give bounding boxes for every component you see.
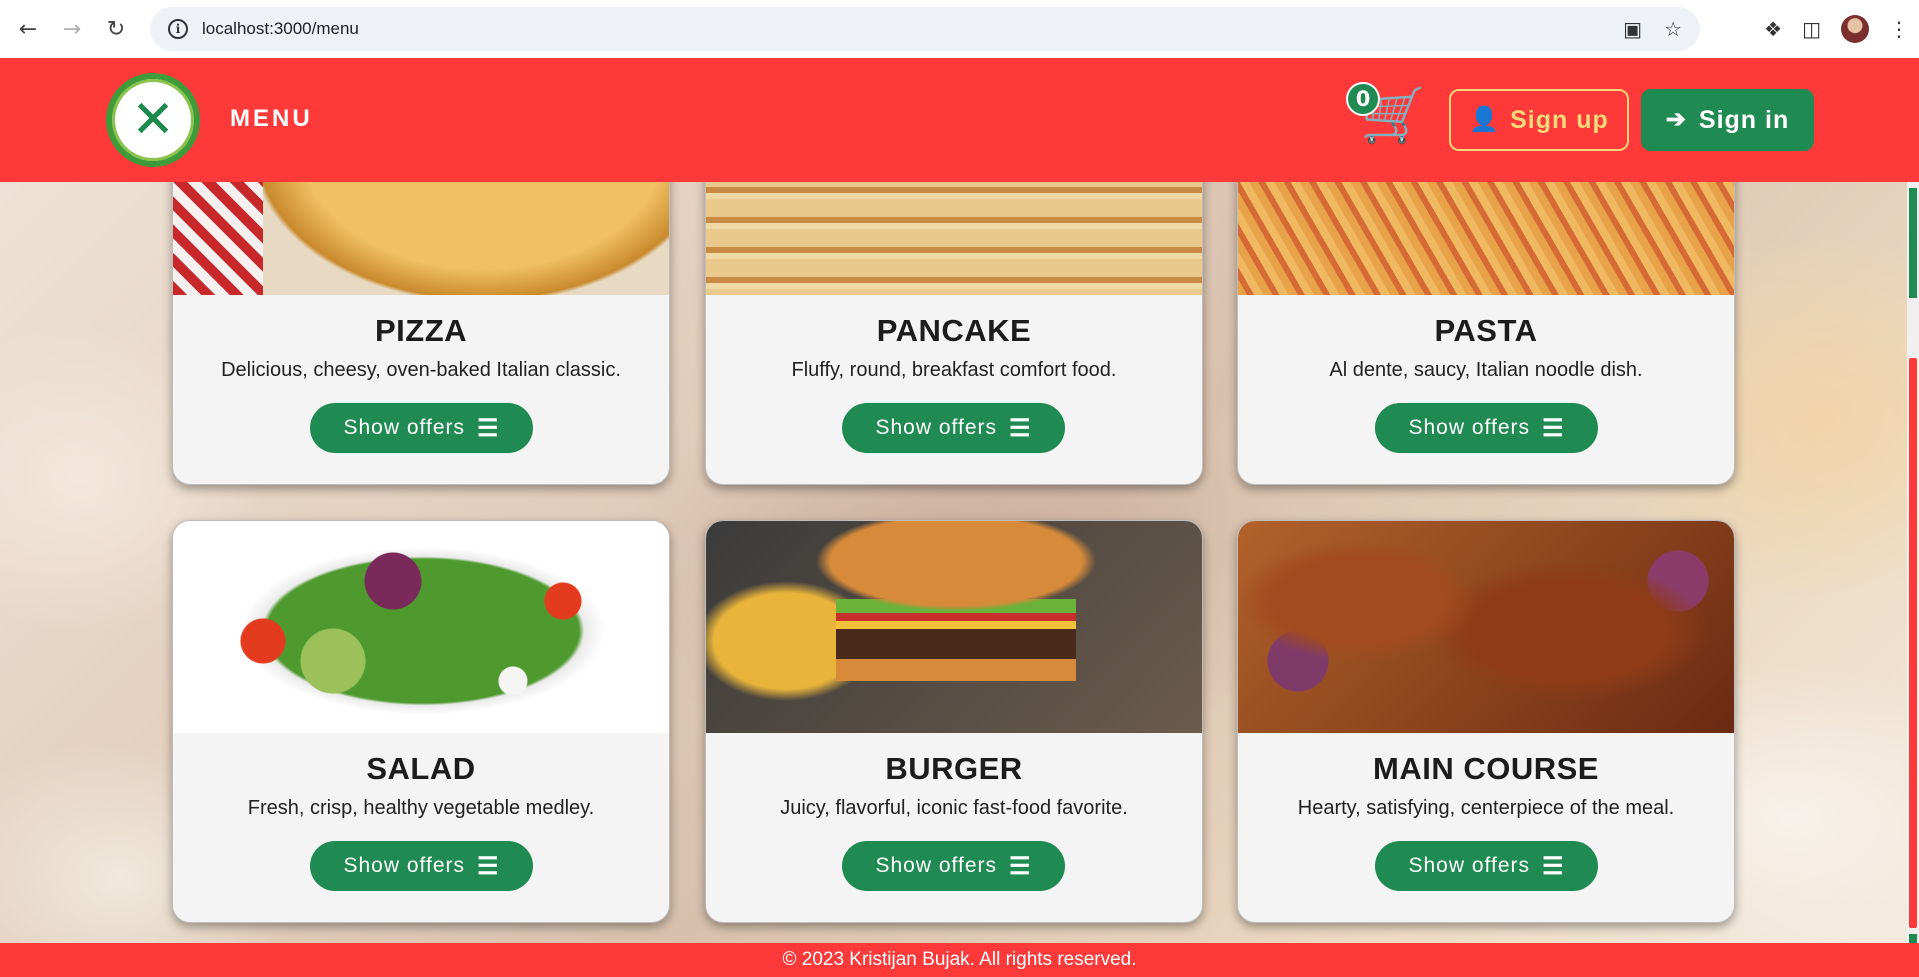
show-offers-label: Show offers	[875, 416, 997, 439]
sign-up-label: Sign up	[1510, 105, 1609, 134]
menu-card-salad: SALAD Fresh, crisp, healthy vegetable me…	[172, 520, 670, 923]
bookmark-star-icon[interactable]: ☆	[1664, 17, 1682, 41]
list-icon: ☰	[1009, 414, 1032, 442]
menu-card-burger: BURGER Juicy, flavorful, iconic fast-foo…	[705, 520, 1203, 923]
sidebar-icon[interactable]: ◫	[1802, 17, 1821, 41]
url-text[interactable]: localhost:3000/menu	[202, 19, 359, 39]
logo[interactable]: ✕	[106, 73, 200, 167]
extensions-icon[interactable]: ❖	[1764, 17, 1782, 41]
back-icon[interactable]: ←	[6, 7, 50, 51]
cart-count-badge: 0	[1346, 82, 1380, 116]
card-description: Al dente, saucy, Italian noodle dish.	[1329, 359, 1643, 381]
card-title: PANCAKE	[876, 313, 1032, 348]
show-offers-button[interactable]: Show offers ☰	[1375, 841, 1598, 891]
show-offers-label: Show offers	[343, 854, 465, 877]
show-offers-label: Show offers	[343, 416, 465, 439]
show-offers-button[interactable]: Show offers ☰	[842, 403, 1065, 453]
reload-icon[interactable]: ↻	[94, 7, 138, 51]
card-description: Delicious, cheesy, oven-baked Italian cl…	[221, 359, 621, 381]
list-icon: ☰	[477, 414, 500, 442]
site-info-icon[interactable]: i	[168, 19, 188, 39]
show-offers-button[interactable]: Show offers ☰	[1375, 403, 1598, 453]
user-icon: 👤	[1469, 106, 1501, 133]
card-title: MAIN COURSE	[1373, 751, 1599, 786]
nav-menu-link[interactable]: MENU	[230, 105, 313, 133]
site-header: ✕ MENU 🛒 0 👤 Sign up ➔ Sign in	[0, 58, 1919, 182]
logo-fork-knife-icon: ✕	[131, 90, 175, 150]
profile-avatar[interactable]	[1841, 15, 1869, 43]
show-offers-button[interactable]: Show offers ☰	[842, 841, 1065, 891]
cart-button[interactable]: 🛒 0	[1340, 80, 1427, 160]
show-offers-label: Show offers	[875, 854, 997, 877]
card-title: SALAD	[366, 751, 476, 786]
burger-image	[706, 521, 1202, 733]
menu-card-main-course: MAIN COURSE Hearty, satisfying, centerpi…	[1237, 520, 1735, 923]
address-bar[interactable]: i localhost:3000/menu ▣ ☆	[150, 7, 1700, 51]
scrollbar-thumb[interactable]	[1909, 358, 1917, 928]
show-offers-label: Show offers	[1408, 854, 1530, 877]
sign-in-label: Sign in	[1698, 105, 1790, 134]
sign-in-button[interactable]: ➔ Sign in	[1641, 89, 1814, 151]
card-title: PIZZA	[374, 313, 468, 348]
card-description: Hearty, satisfying, centerpiece of the m…	[1297, 797, 1675, 819]
show-offers-button[interactable]: Show offers ☰	[310, 403, 533, 453]
page-scrollbar[interactable]	[1907, 182, 1919, 977]
salad-image	[173, 521, 669, 733]
sign-up-button[interactable]: 👤 Sign up	[1449, 89, 1629, 151]
list-icon: ☰	[1009, 852, 1032, 880]
card-title: PASTA	[1434, 313, 1538, 348]
card-description: Juicy, flavorful, iconic fast-food favor…	[780, 797, 1128, 819]
main-course-image	[1238, 521, 1734, 733]
scrollbar-track-top	[1909, 188, 1917, 298]
list-icon: ☰	[1542, 414, 1565, 442]
list-icon: ☰	[1542, 852, 1565, 880]
page-viewport: ✕ MENU 🛒 0 👤 Sign up ➔ Sign in PIZZA Del…	[0, 58, 1919, 977]
copyright-text: © 2023 Kristijan Bujak. All rights reser…	[782, 949, 1137, 970]
show-offers-label: Show offers	[1408, 416, 1530, 439]
install-icon[interactable]: ▣	[1623, 17, 1642, 41]
card-description: Fresh, crisp, healthy vegetable medley.	[247, 797, 595, 819]
show-offers-button[interactable]: Show offers ☰	[310, 841, 533, 891]
list-icon: ☰	[477, 852, 500, 880]
site-footer: © 2023 Kristijan Bujak. All rights reser…	[0, 943, 1919, 977]
sign-in-icon: ➔	[1665, 106, 1687, 133]
more-icon[interactable]: ⋮	[1889, 17, 1909, 41]
browser-toolbar: ← → ↻ i localhost:3000/menu ▣ ☆ ❖ ◫ ⋮	[0, 0, 1919, 58]
forward-icon[interactable]: →	[50, 7, 94, 51]
card-title: BURGER	[885, 751, 1023, 786]
card-description: Fluffy, round, breakfast comfort food.	[791, 359, 1117, 381]
